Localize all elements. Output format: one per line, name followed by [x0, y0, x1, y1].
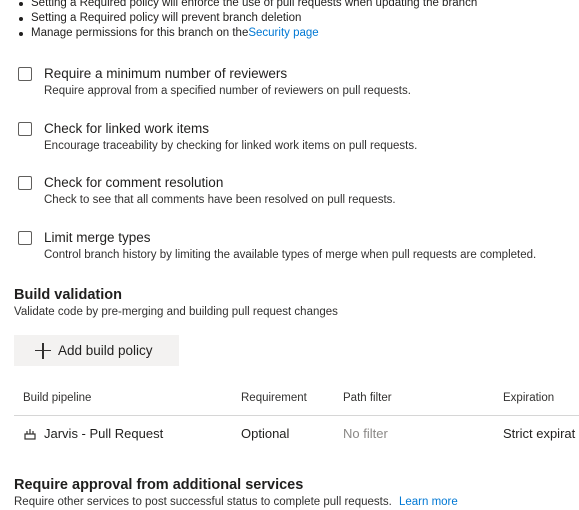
plus-icon	[34, 342, 52, 360]
path-filter-value: No filter	[343, 426, 388, 441]
policy-comment-resolution: Check for comment resolution Check to se…	[18, 175, 396, 207]
add-build-policy-button[interactable]: Add build policy	[14, 335, 179, 366]
additional-services-description: Require other services to post successfu…	[14, 496, 458, 508]
policy-description: Require approval from a specified number…	[44, 85, 411, 97]
column-header-build-pipeline: Build pipeline	[23, 392, 92, 404]
bullet-icon	[19, 1, 23, 6]
policy-description: Control branch history by limiting the a…	[44, 249, 537, 261]
bullet-icon	[19, 16, 23, 21]
note-item: Setting a Required policy will prevent b…	[14, 11, 477, 26]
limit-merge-types-checkbox[interactable]	[18, 231, 32, 245]
policy-title: Require a minimum number of reviewers	[44, 66, 288, 81]
note-item: Manage permissions for this branch on th…	[14, 26, 477, 41]
comment-resolution-checkbox[interactable]	[18, 176, 32, 190]
note-text: Setting a Required policy will prevent b…	[31, 12, 302, 24]
table-header-divider	[14, 415, 579, 416]
min-reviewers-checkbox[interactable]	[18, 67, 32, 81]
pipeline-name: Jarvis - Pull Request	[44, 426, 164, 441]
build-validation-description: Validate code by pre-merging and buildin…	[14, 306, 338, 318]
column-header-expiration: Expiration	[503, 392, 555, 404]
additional-services-title: Require approval from additional service…	[14, 477, 304, 493]
additional-services-text: Require other services to post successfu…	[14, 496, 392, 508]
bullet-icon	[19, 31, 23, 36]
build-pipeline-link[interactable]: Jarvis - Pull Request	[24, 426, 163, 441]
policy-limit-merge-types: Limit merge types Control branch history…	[18, 230, 536, 262]
add-build-policy-label: Add build policy	[58, 343, 153, 358]
learn-more-link[interactable]: Learn more	[399, 496, 458, 508]
build-pipeline-icon	[24, 428, 36, 440]
note-text: Manage permissions for this branch on th…	[31, 27, 249, 39]
policy-min-reviewers: Require a minimum number of reviewers Re…	[18, 66, 411, 98]
note-text: Setting a Required policy will enforce t…	[31, 0, 478, 9]
policy-description: Check to see that all comments have been…	[44, 194, 396, 206]
expiration-value: Strict expirat	[503, 426, 576, 441]
column-header-requirement: Requirement	[241, 392, 307, 404]
policy-title: Check for linked work items	[44, 121, 210, 136]
requirement-value: Optional	[241, 426, 290, 441]
policy-title: Limit merge types	[44, 230, 151, 245]
note-item: Setting a Required policy will enforce t…	[14, 0, 477, 11]
linked-work-items-checkbox[interactable]	[18, 122, 32, 136]
policy-description: Encourage traceability by checking for l…	[44, 140, 418, 152]
build-validation-title: Build validation	[14, 287, 122, 303]
policy-linked-work-items: Check for linked work items Encourage tr…	[18, 121, 417, 153]
policy-title: Check for comment resolution	[44, 175, 224, 190]
branch-policy-notes: Setting a Required policy will enforce t…	[14, 0, 477, 41]
column-header-path-filter: Path filter	[343, 392, 392, 404]
security-page-link[interactable]: Security page	[248, 26, 318, 41]
